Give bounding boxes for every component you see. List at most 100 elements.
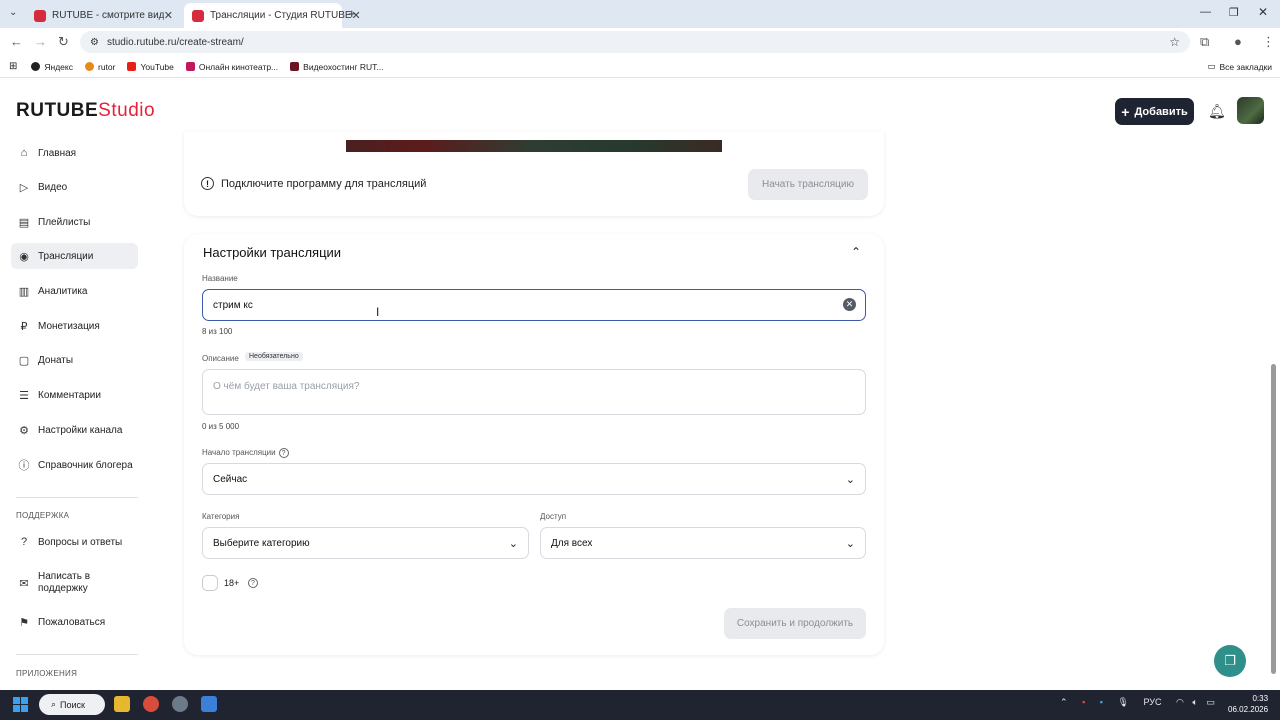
optional-badge: Необязательно [245,352,303,361]
sidebar-item-monetization[interactable]: ₽ Монетизация [11,313,138,339]
avatar[interactable] [1237,97,1264,124]
collapse-chevron-up-icon[interactable]: ⌃ [851,245,861,259]
sidebar-item-playlists[interactable]: ▤ Плейлисты [11,209,138,235]
sidebar-item-channel-settings[interactable]: ⚙ Настройки канала [11,417,138,443]
monetization-icon: ₽ [20,320,28,333]
question-icon: ? [20,536,28,548]
save-and-continue-button[interactable]: Сохранить и продолжить [724,608,866,639]
rutube-favicon-icon [192,9,204,22]
access-label: Доступ [540,512,567,521]
stream-name-value: стрим кс [213,299,253,311]
flag-icon: ⚑ [19,616,29,629]
volume-icon[interactable]: 🔈︎ [1192,697,1197,707]
sidebar-item-streams[interactable]: ◉ Трансляции [11,243,138,269]
sidebar-item-report[interactable]: ⚑ Пожаловаться [11,609,138,635]
sidebar-item-donations[interactable]: ▢ Донаты [11,347,138,373]
new-tab-icon[interactable]: + [348,6,356,21]
browser-address-bar: ← → ↻ ⚙ studio.rutube.ru/create-stream/ … [0,28,1280,56]
browser-menu-icon[interactable]: ⋮ [1262,34,1275,50]
tab-list-chevron-icon[interactable]: ⌄ [9,7,17,18]
site-info-icon[interactable]: ⚙ [90,37,99,48]
sidebar-item-blogger-guide[interactable]: ⓘ Справочник блогера [11,452,138,478]
bookmark-star-icon[interactable]: ☆ [1169,35,1180,49]
help-icon[interactable]: ? [248,578,258,588]
sidebar-divider [16,654,138,655]
start-stream-button[interactable]: Начать трансляцию [748,169,868,200]
sidebar-divider [16,497,138,498]
settings-title: Настройки трансляции [203,245,342,260]
notifications-bell-icon[interactable]: 🔔︎ [1208,103,1226,120]
bookmark-youtube[interactable]: YouTube [127,62,174,72]
profile-icon[interactable]: ● [1234,34,1242,49]
bookmark-rutube[interactable]: Видеохостинг RUT... [290,62,383,72]
tray-chevron-up-icon[interactable]: ⌃ [1060,697,1068,707]
sidebar-item-home[interactable]: ⌂ Главная [11,140,138,166]
access-select[interactable]: Для всех ⌄ [540,527,866,559]
sidebar-item-contact-support[interactable]: ✉ Написать в поддержку [11,568,138,598]
category-label: Категория [202,512,240,521]
analytics-icon: ▥ [18,285,30,298]
bookmark-rutor[interactable]: rutor [84,62,115,72]
home-icon: ⌂ [20,147,28,159]
taskbar-search[interactable]: ⌕ Поиск [39,694,105,715]
description-label: Описание [202,354,239,363]
bookmark-yandex[interactable]: Яндекс [31,62,73,72]
start-time-select[interactable]: Сейчас ⌄ [202,463,866,495]
support-chat-icon[interactable]: ❐ [1214,645,1246,677]
language-indicator[interactable]: РУС [1143,697,1161,707]
window-close-icon[interactable]: ✕ [1258,5,1268,19]
windows-start-icon[interactable] [13,697,29,713]
connect-software-text: Подключите программу для трансляций [221,178,427,190]
clear-input-icon[interactable]: ✕ [843,298,856,311]
clock-date: 06.02.2026 [1228,705,1269,714]
help-icon[interactable]: ? [278,448,289,458]
mail-icon: ✉ [19,577,29,590]
file-explorer-icon[interactable] [114,696,130,712]
restore-icon[interactable]: ❐ [1229,6,1239,19]
broadcast-icon: ◉ [19,250,29,263]
extensions-icon[interactable]: ⧉ [1200,34,1209,50]
tab-title: RUTUBE - смотрите видео онл [52,10,164,21]
microphone-icon[interactable]: 🎙︎ [1118,697,1129,707]
support-section-title: ПОДДЕРЖКА [16,511,70,520]
browser-tab-active[interactable]: Трансляции - Студия RUTUBE ✕ [184,3,361,28]
all-bookmarks[interactable]: ▭ Все закладки [1207,61,1272,72]
minimize-icon[interactable]: — [1200,6,1211,18]
text-cursor-icon: I [376,305,380,319]
category-select[interactable]: Выберите категорию ⌄ [202,527,529,559]
apps-grid-icon[interactable]: ⊞ [9,61,17,72]
stream-name-input[interactable]: стрим кс [202,289,866,321]
bookmark-kinopoisk[interactable]: Онлайн кинотеатр... [185,62,278,72]
tray-app-icon[interactable]: ▪ [1100,697,1103,707]
search-icon: ⌕ [51,699,57,709]
age-restriction-checkbox[interactable] [202,575,218,591]
app-icon[interactable] [201,696,217,712]
sidebar-item-video[interactable]: ▷ Видео [11,174,138,200]
sidebar-item-analytics[interactable]: ▥ Аналитика [11,278,138,304]
steam-icon[interactable] [172,696,188,712]
chevron-down-icon: ⌄ [845,537,855,550]
chrome-icon[interactable] [143,696,159,712]
tab-close-icon[interactable]: ✕ [164,9,173,22]
url-field[interactable]: ⚙ studio.rutube.ru/create-stream/ ☆ [80,31,1190,53]
chevron-down-icon: ⌄ [508,537,518,550]
description-textarea[interactable]: О чём будет ваша трансляция? [202,369,866,415]
page-scrollbar[interactable] [1271,364,1276,674]
browser-tab[interactable]: RUTUBE - смотрите видео онл ✕ [26,3,181,28]
name-label: Название [202,274,238,283]
battery-icon[interactable]: ▭ [1206,697,1215,707]
rutube-studio-logo[interactable]: RUTUBEStudio [16,100,155,122]
back-icon[interactable]: ← [10,34,23,49]
tray-app-icon[interactable]: ▪ [1082,697,1085,707]
apps-section-title: ПРИЛОЖЕНИЯ [16,669,78,678]
reload-icon[interactable]: ↻ [58,34,69,50]
wifi-icon[interactable]: ◠ [1176,697,1184,707]
sidebar-item-faq[interactable]: ? Вопросы и ответы [11,529,138,555]
sidebar-item-comments[interactable]: ☰ Комментарии [11,382,138,408]
taskbar-clock[interactable]: 0:33 06.02.2026 [1228,693,1268,715]
system-tray: ⌃ ▪ ▪ 🎙︎ РУС ◠ 🔈︎ ▭ [1060,697,1215,708]
folder-icon: ▭ [1207,61,1216,71]
video-icon: ▷ [19,181,29,194]
add-button[interactable]: + Добавить [1115,98,1194,125]
forward-icon[interactable]: → [34,34,47,49]
